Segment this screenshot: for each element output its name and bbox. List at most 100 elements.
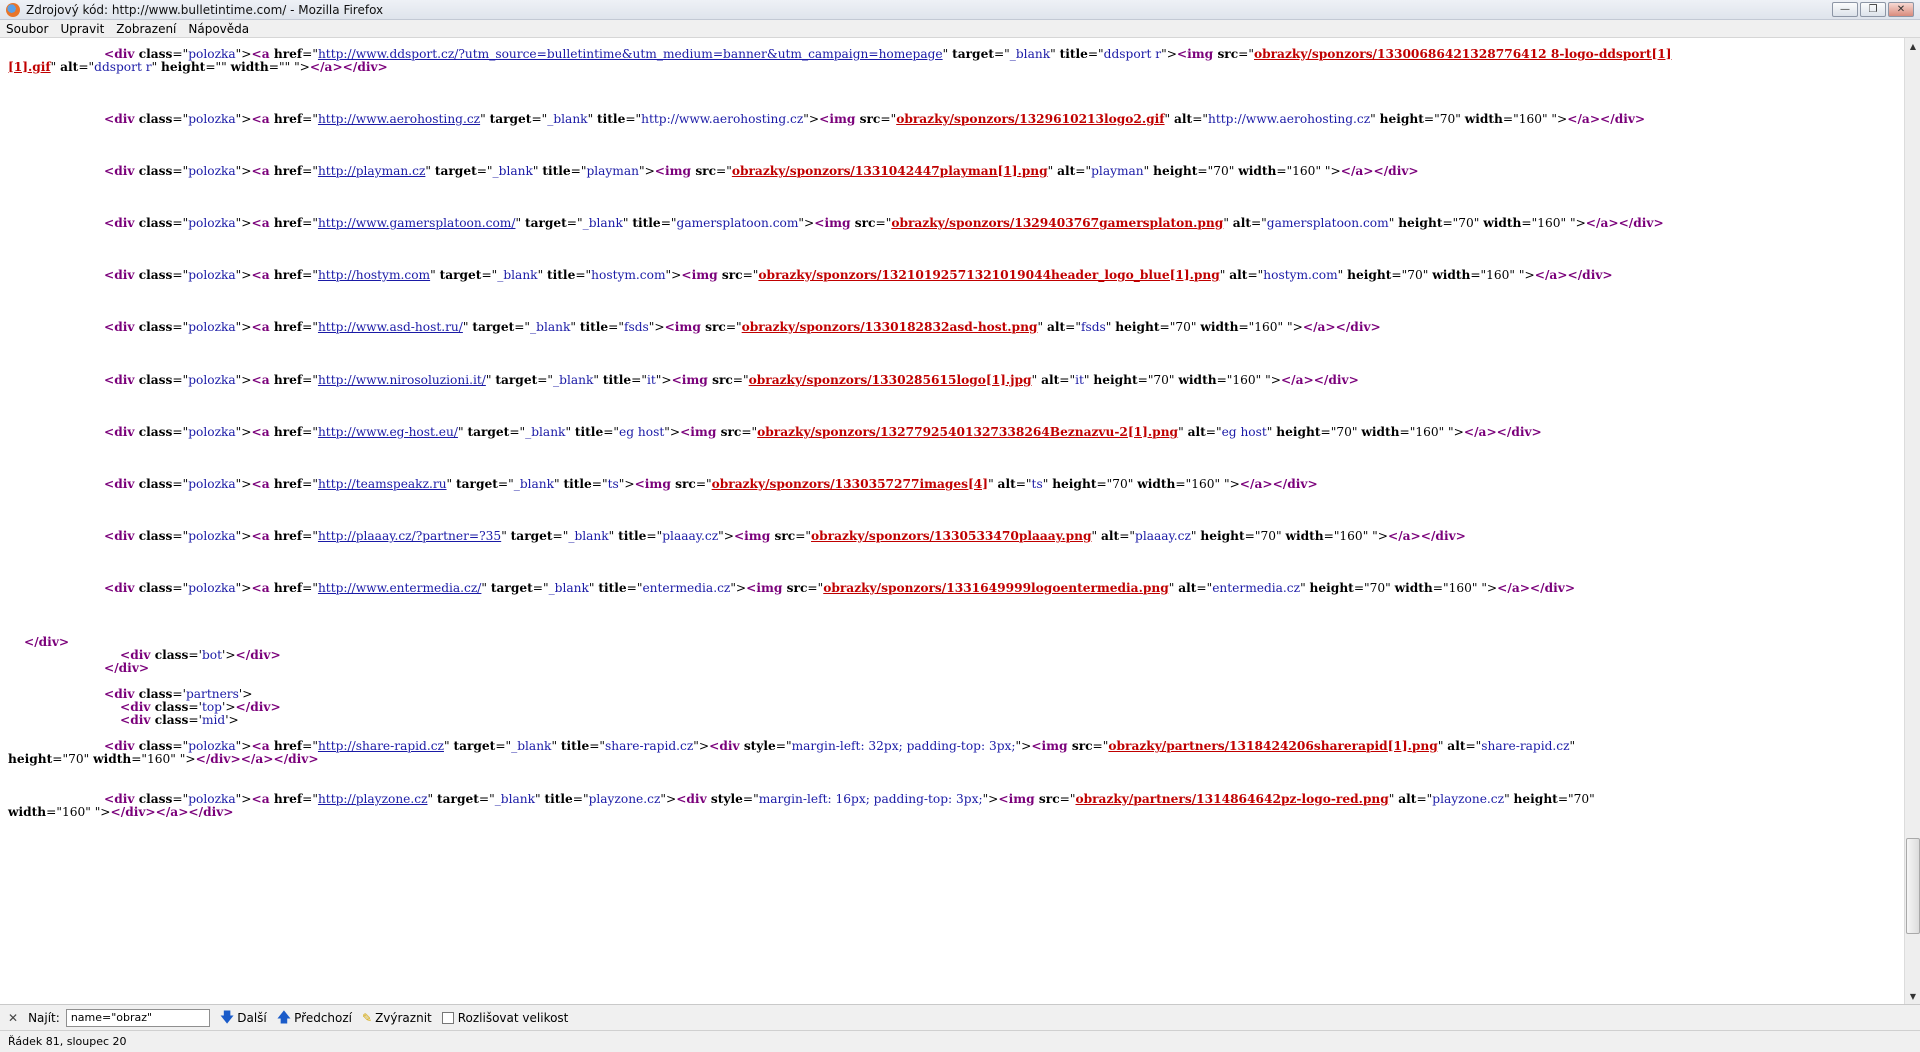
source-link[interactable]: http://hostym.com — [318, 268, 430, 282]
source-token: ddsport r — [1103, 47, 1162, 61]
source-token: it — [1075, 373, 1084, 387]
title-bar: Zdrojový kód: http://www.bulletintime.co… — [0, 0, 1920, 20]
menu-soubor[interactable]: Soubor — [6, 22, 48, 36]
source-link[interactable]: obrazky/sponzors/1330357277images[4] — [712, 477, 988, 491]
source-token: '> — [225, 713, 239, 727]
source-token: ="160" "> — [1238, 320, 1303, 334]
source-token: polozka — [188, 425, 236, 439]
find-next-button[interactable]: 🡇 Další — [220, 1011, 267, 1025]
source-token: =" — [1059, 373, 1076, 387]
source-token: " — [462, 320, 473, 334]
source-link[interactable]: http://www.entermedia.cz/ — [318, 581, 481, 595]
scroll-down-arrow-icon[interactable]: ▼ — [1905, 988, 1920, 1004]
source-token: width — [1361, 425, 1400, 439]
source-token: =" — [1247, 268, 1264, 282]
source-link[interactable]: http://www.aerohosting.cz — [318, 112, 480, 126]
restore-button[interactable]: ❐ — [1860, 2, 1886, 17]
source-line: height="70" width="160" "></div></a></di… — [8, 751, 319, 767]
source-link[interactable]: obrazky/sponzors/13210192571321019044hea… — [758, 268, 1219, 282]
source-token: =" — [172, 320, 189, 334]
findbar-close-icon[interactable]: ✕ — [8, 1011, 18, 1025]
source-link[interactable]: obrazky/sponzors/1330285615logo[1].jpg — [749, 373, 1032, 387]
source-link[interactable]: http://teamspeakz.ru — [318, 477, 447, 491]
find-previous-button[interactable]: 🡅 Předchozí — [277, 1011, 352, 1025]
source-token: href — [273, 164, 303, 178]
source-token: =" — [608, 320, 624, 334]
source-token: http://www.aerohosting.cz — [641, 112, 804, 126]
source-token: " — [446, 477, 457, 491]
source-link[interactable]: obrazky/sponzors/13300686421328776412 8-… — [1254, 47, 1672, 61]
source-view[interactable]: <div class="polozka"><a href="http://www… — [0, 38, 1904, 1004]
close-button[interactable]: ✕ — [1888, 2, 1914, 17]
source-token: " — [1300, 581, 1310, 595]
source-token: target — [434, 164, 477, 178]
source-token: " — [1504, 792, 1514, 806]
source-token: " — [1168, 581, 1179, 595]
source-link[interactable]: http://share-rapid.cz — [318, 739, 444, 753]
source-link[interactable]: obrazky/sponzors/1329403767gamersplaton.… — [891, 216, 1223, 230]
source-token: " — [1164, 112, 1175, 126]
menu-napoveda[interactable]: Nápověda — [188, 22, 249, 36]
source-token: playman — [1091, 164, 1144, 178]
menu-zobrazeni[interactable]: Zobrazení — [116, 22, 176, 36]
source-link[interactable]: http://playman.cz — [318, 164, 425, 178]
source-token: " — [501, 529, 511, 543]
source-token: <a — [251, 164, 274, 178]
source-token: ="70" — [1442, 216, 1484, 230]
source-token: " — [1223, 216, 1233, 230]
source-token: ="70" — [1557, 792, 1595, 806]
menu-upravit[interactable]: Upravit — [60, 22, 104, 36]
source-link[interactable]: obrazky/sponzors/1329610213logo2.gif — [896, 112, 1164, 126]
source-link[interactable]: http://www.ddsport.cz/?utm_source=bullet… — [318, 47, 943, 61]
source-token: polozka — [188, 320, 236, 334]
source-link[interactable]: obrazky/sponzors/1330182832asd-host.png — [742, 320, 1038, 334]
source-token: </div> — [235, 700, 281, 714]
source-token: " — [1047, 164, 1058, 178]
source-link[interactable]: http://www.eg-host.eu/ — [318, 425, 458, 439]
minimize-button[interactable]: — — [1832, 2, 1858, 17]
source-token: =" — [302, 425, 318, 439]
source-token: "> — [235, 425, 252, 439]
source-link[interactable]: http://plaaay.cz/?partner=?35 — [318, 529, 501, 543]
vertical-scrollbar[interactable]: ▲ ▼ — [1904, 38, 1920, 1004]
source-token: class — [154, 648, 189, 662]
source-link[interactable]: obrazky/partners/1314864642pz-logo-red.p… — [1075, 792, 1388, 806]
source-token: "> — [235, 477, 252, 491]
source-link[interactable]: http://www.gamersplatoon.com/ — [318, 216, 516, 230]
source-token: =" — [570, 164, 587, 178]
source-token: target — [439, 268, 482, 282]
source-link[interactable]: http://playzone.cz — [318, 792, 428, 806]
source-token: class — [138, 112, 173, 126]
source-link[interactable]: obrazky/sponzors/13277925401327338264Bez… — [757, 425, 1178, 439]
source-token: ="70" — [1197, 164, 1239, 178]
source-token: ="160" "> — [1470, 268, 1535, 282]
scroll-up-arrow-icon[interactable]: ▲ — [1905, 38, 1920, 54]
match-case-checkbox[interactable]: Rozlišovat velikost — [441, 1011, 568, 1025]
source-link[interactable]: obrazky/partners/1318424206sharerapid[1]… — [1108, 739, 1437, 753]
source-token: alt — [1174, 112, 1193, 126]
source-link[interactable]: http://www.asd-host.ru/ — [318, 320, 463, 334]
source-token: =" — [603, 425, 620, 439]
find-input[interactable] — [65, 1008, 210, 1027]
source-link[interactable]: obrazky/sponzors/1330533470plaaay.png — [811, 529, 1092, 543]
source-token: ="160" "> — [1399, 425, 1464, 439]
source-token: " — [1091, 529, 1102, 543]
source-token: =" — [302, 164, 318, 178]
source-token: target — [490, 581, 533, 595]
source-token: =" — [172, 529, 189, 543]
source-token: <img — [680, 425, 721, 439]
source-token: title — [618, 529, 647, 543]
source-link[interactable]: [1].gif — [8, 60, 51, 74]
source-token: </div></a></div> — [110, 805, 234, 819]
source-link[interactable]: obrazky/sponzors/1331649999logoentermedi… — [823, 581, 1169, 595]
source-token: <a — [251, 477, 274, 491]
source-token: _blank — [1009, 47, 1051, 61]
highlight-button[interactable]: ✎ Zvýraznit — [362, 1011, 432, 1025]
source-token: class — [138, 373, 173, 387]
find-bar: ✕ Najít: 🡇 Další 🡅 Předchozí ✎ Zvýraznit… — [0, 1004, 1920, 1030]
source-token: "> — [798, 216, 815, 230]
source-link[interactable]: obrazky/sponzors/1331042447playman[1].pn… — [732, 164, 1048, 178]
scroll-thumb[interactable] — [1906, 838, 1920, 934]
source-link[interactable]: http://www.nirosoluzioni.it/ — [318, 373, 486, 387]
source-token: width — [1483, 216, 1522, 230]
